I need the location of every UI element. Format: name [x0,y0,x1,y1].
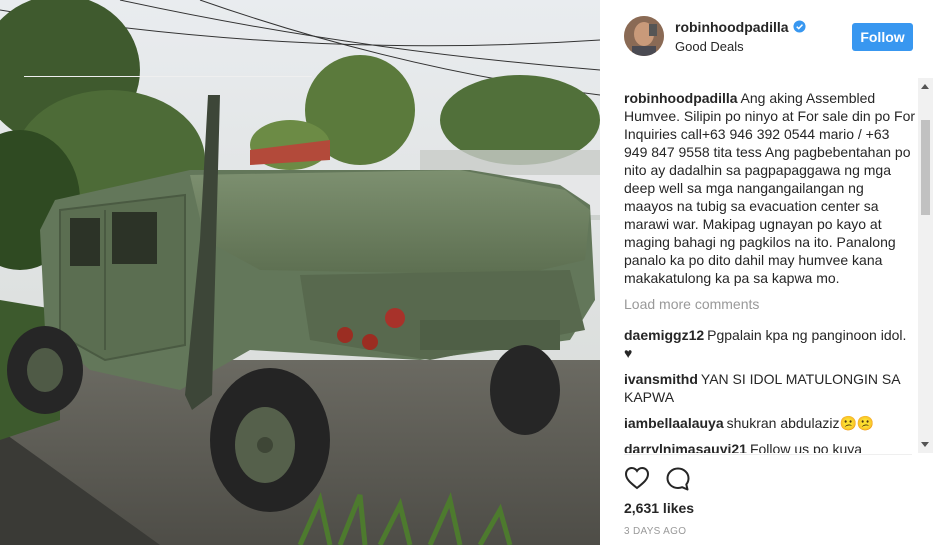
comment-username[interactable]: daemiggz12 [624,327,704,343]
likes-count[interactable]: 2,631 likes [624,500,694,516]
avatar[interactable] [624,16,664,56]
caption-text: Ang aking Assembled Humvee. Silipin po n… [624,90,916,286]
comment-text: Follow us po kuya [749,441,863,453]
post-header: robinhoodpadilla Good Deals Follow [624,16,924,60]
caption-username[interactable]: robinhoodpadilla [624,90,738,106]
humvee-photo [0,0,600,545]
comment-bubble-icon[interactable] [665,466,691,492]
header-divider [24,76,312,77]
caption: robinhoodpadilla Ang aking Assembled Humv… [624,89,916,287]
scroll-down-arrow-icon[interactable] [921,442,929,447]
comments-scrollbar[interactable] [918,78,933,453]
username-link[interactable]: robinhoodpadilla [675,19,789,35]
list-item: ivansmithd YAN SI IDOL MATULONGIN SA KAPW… [624,370,916,406]
scroll-up-arrow-icon[interactable] [921,84,929,89]
list-item: darrylnimasauyi21 Follow us po kuya [624,440,916,453]
post-timestamp[interactable]: 3 DAYS AGO [624,526,686,537]
verified-badge-icon [793,20,806,33]
post-photo[interactable] [0,0,600,545]
comment-username[interactable]: ivansmithd [624,371,698,387]
avatar-image [624,16,664,56]
list-item: daemiggz12 Pgpalain kpa ng panginoon idol… [624,326,916,362]
post-location[interactable]: Good Deals [675,39,744,54]
actions-divider [624,454,912,455]
post-username[interactable]: robinhoodpadilla [675,19,806,35]
comment-text: shukran abdulaziz😕😕 [726,415,875,431]
follow-button[interactable]: Follow [852,23,913,51]
list-item: iambellaalauya shukran abdulaziz😕😕 [624,414,916,432]
comment-username[interactable]: iambellaalauya [624,415,724,431]
scrollbar-thumb[interactable] [921,120,930,215]
load-more-comments-button[interactable]: Load more comments [624,295,916,313]
comment-username[interactable]: darrylnimasauyi21 [624,441,747,453]
heart-icon[interactable] [624,466,650,490]
comments-list: robinhoodpadilla Ang aking Assembled Humv… [624,89,916,453]
